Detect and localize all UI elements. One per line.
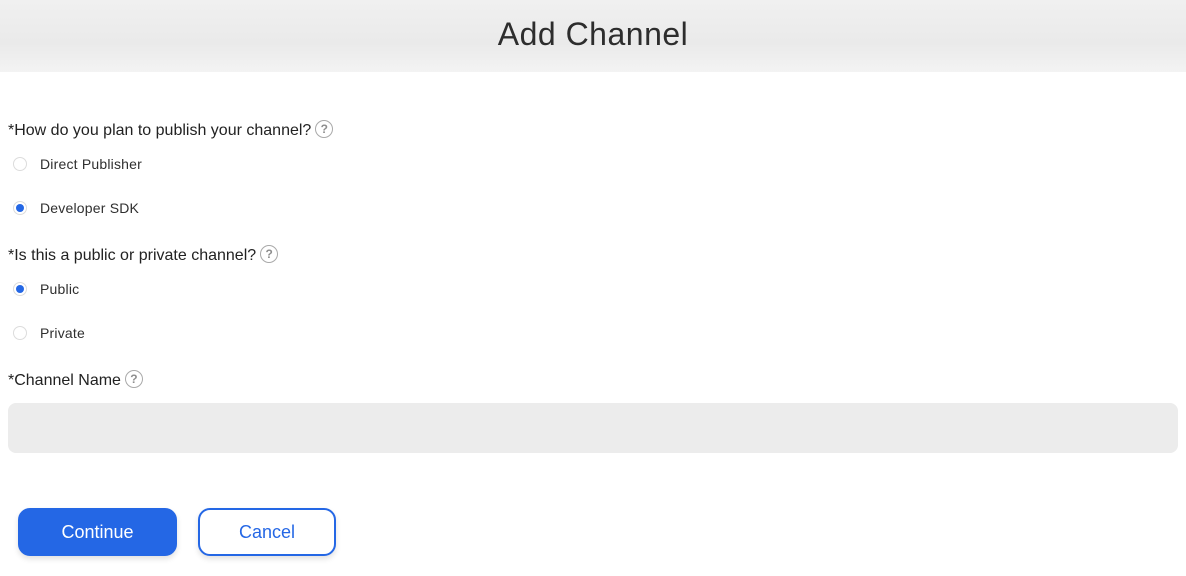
channel-name-question: *Channel Name? [8,370,143,391]
visibility-label: *Is this a public or private channel? [8,247,257,264]
help-icon[interactable]: ? [260,245,279,264]
radio-button[interactable] [13,157,27,171]
page-title: Add Channel [497,16,689,52]
radio-label[interactable]: Private [40,325,85,341]
radio-label[interactable]: Public [40,281,79,297]
radio-label[interactable]: Direct Publisher [40,156,142,172]
help-icon[interactable]: ? [315,120,334,139]
visibility-question: *Is this a public or private channel?? [8,245,279,266]
radio-private[interactable]: Private [13,323,85,343]
channel-name-input[interactable] [8,403,1178,453]
channel-name-label: *Channel Name [8,372,121,389]
radio-button-checked[interactable] [13,201,27,215]
radio-direct-publisher[interactable]: Direct Publisher [13,154,142,174]
continue-button[interactable]: Continue [18,508,177,556]
radio-button-checked[interactable] [13,282,27,296]
radio-public[interactable]: Public [13,279,79,299]
radio-label[interactable]: Developer SDK [40,200,139,216]
radio-button[interactable] [13,326,27,340]
dialog-header: Add Channel [0,0,1186,72]
publish-method-label: *How do you plan to publish your channel… [8,122,312,139]
radio-developer-sdk[interactable]: Developer SDK [13,198,139,218]
publish-method-question: *How do you plan to publish your channel… [8,120,334,141]
cancel-button[interactable]: Cancel [198,508,336,556]
help-icon[interactable]: ? [124,370,143,389]
